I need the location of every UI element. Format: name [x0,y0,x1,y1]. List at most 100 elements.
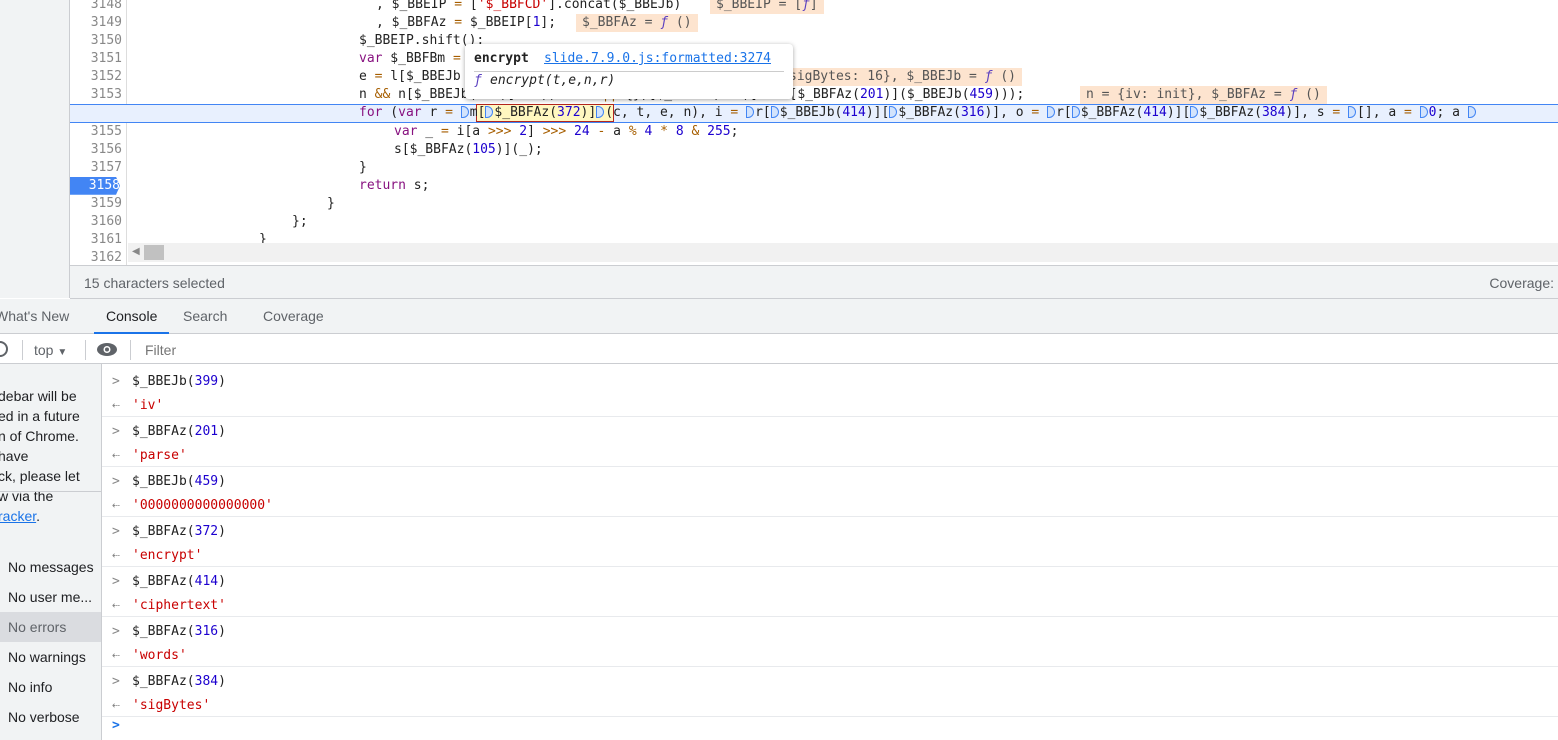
code-line: var $_BBFBm = [359,51,461,67]
console-output[interactable]: ⇠ 'encrypt' [112,546,202,566]
line-number[interactable]: 3148 [70,0,122,14]
inline-value: $_BBEIP = [ƒ] [710,0,824,14]
execution-marker-icon[interactable] [1071,106,1080,119]
line-number[interactable]: 3153 [70,86,122,104]
sidebar-filter-item[interactable]: No errors [0,612,101,642]
horizontal-scrollbar[interactable]: ◀ [128,243,1558,262]
scrollbar-thumb[interactable] [144,245,164,260]
tab-console[interactable]: Console [94,299,170,334]
output-value: 'sigBytes' [132,698,211,713]
line-number[interactable]: 3152 [70,68,122,86]
clear-console-icon[interactable] [0,341,8,357]
console-prompt-icon[interactable]: > [112,718,120,733]
input-chevron-icon: > [112,374,120,389]
selection-status: 15 characters selected [84,275,225,291]
notice-line: ck, please let [0,468,80,484]
console-input[interactable]: > $_BBEJb(459) [112,472,226,492]
inline-value: $_BBFAz = ƒ () [576,14,698,33]
tooltip-source-link[interactable]: slide.7.9.0.js:formatted:3274 [544,51,771,66]
input-chevron-icon: > [112,624,120,639]
execution-marker-icon[interactable] [1190,106,1199,119]
code-line: } [327,195,335,211]
console-message: > $_BBEJb(459) ⇠ '0000000000000000' [102,467,1558,517]
console-output[interactable]: ⇠ 'parse' [112,446,187,466]
console-input[interactable]: > $_BBFAz(316) [112,622,226,642]
execution-marker-icon[interactable] [1419,106,1428,119]
output-value: 'iv' [132,398,164,413]
input-expression: $_BBFAz(201) [132,424,226,439]
execution-marker-icon[interactable] [1467,106,1476,119]
tab-coverage[interactable]: Coverage [251,299,336,334]
sidebar-filter-item[interactable]: No verbose [0,702,101,732]
line-number[interactable]: 3156 [70,141,122,159]
line-number[interactable]: 3149 [70,14,122,32]
code-line: e = l[$_BBEJb [359,69,461,85]
tab-search[interactable]: Search [171,299,239,334]
result-arrow-icon: ⇠ [112,698,120,713]
execution-marker-icon[interactable] [460,106,469,119]
editor-status-bar: 15 characters selected Coverage: [70,265,1558,299]
input-expression: $_BBFAz(316) [132,624,226,639]
console-input[interactable]: > $_BBFAz(201) [112,422,226,442]
line-number[interactable]: 3159 [70,195,122,213]
console-input[interactable]: > $_BBFAz(372) [112,522,226,542]
console-message: > $_BBFAz(384) ⇠ 'sigBytes' [102,667,1558,717]
console-output[interactable]: ⇠ 'ciphertext' [112,596,226,616]
notice-line: have [0,448,29,464]
console-input[interactable]: > $_BBEJb(399) [112,372,226,392]
code-line: return s; [359,177,430,193]
eye-icon[interactable] [97,343,117,356]
code-line: for (var r = m[$_BBFAz(372)] (c, t, e, n)… [359,104,1477,122]
execution-marker-icon[interactable] [770,106,779,119]
output-value: '0000000000000000' [132,498,273,513]
coverage-status[interactable]: Coverage: [1489,275,1554,291]
console-output[interactable]: ⇠ 'iv' [112,396,163,416]
tooltip-divider [474,71,784,72]
console-message: > $_BBFAz(372) ⇠ 'encrypt' [102,517,1558,567]
line-number[interactable]: 3158 [70,176,120,195]
code-line: , $_BBFAz = $_BBEIP[1]; [376,15,557,31]
line-number[interactable]: 3151 [70,50,122,68]
console-input[interactable]: > $_BBFAz(384) [112,672,226,692]
code-editor[interactable]: 3148314931503151315231533154315531563157… [70,0,1558,265]
execution-marker-icon[interactable] [746,106,755,119]
result-arrow-icon: ⇠ [112,648,120,663]
line-number[interactable]: 3157 [70,159,122,177]
sidebar-filter-item[interactable]: No messages [0,552,101,582]
notice-line: debar will be [0,388,77,404]
issue-tracker-link[interactable]: racker. [0,508,40,524]
line-number[interactable]: 3150 [70,32,122,50]
line-number[interactable]: 3161 [70,231,122,249]
scroll-left-icon[interactable]: ◀ [132,246,140,257]
input-expression: $_BBFAz(372) [132,524,226,539]
line-number[interactable]: 3162 [70,249,122,265]
console-output[interactable]: ⇠ '0000000000000000' [112,496,273,516]
sidebar-filter-item[interactable]: No info [0,672,101,702]
execution-marker-icon[interactable] [1047,106,1056,119]
console-output[interactable]: ⇠ 'words' [112,646,187,666]
execution-marker-icon[interactable] [485,106,494,119]
sidebar-filter-item[interactable]: No warnings [0,642,101,672]
code-line: s[$_BBFAz(105)](_); [394,141,543,157]
line-number[interactable]: 3155 [70,123,122,141]
output-value: 'parse' [132,448,187,463]
result-arrow-icon: ⇠ [112,448,120,463]
execution-marker-icon[interactable] [1348,106,1357,119]
console-output[interactable]: ⇠ 'sigBytes' [112,696,210,716]
console-input[interactable]: > $_BBFAz(414) [112,572,226,592]
tooltip-title: encrypt [474,51,529,66]
tab-whats-new[interactable]: What's New [0,299,81,334]
input-expression: $_BBEJb(459) [132,474,226,489]
input-expression: $_BBFAz(384) [132,674,226,689]
sidebar-filter-item[interactable]: No user me... [0,582,101,612]
console-message: > $_BBFAz(316) ⇠ 'words' [102,617,1558,667]
filter-input[interactable] [139,338,1558,362]
toolbar-divider [22,340,23,360]
toolbar-divider [130,340,131,360]
execution-marker-icon[interactable] [889,106,898,119]
issue-tracker-link-text[interactable]: racker [0,508,36,524]
navigator-pane [0,0,70,298]
context-selector[interactable]: top ▼ [34,342,67,358]
execution-marker-icon[interactable] [596,106,605,119]
line-number[interactable]: 3160 [70,213,122,231]
